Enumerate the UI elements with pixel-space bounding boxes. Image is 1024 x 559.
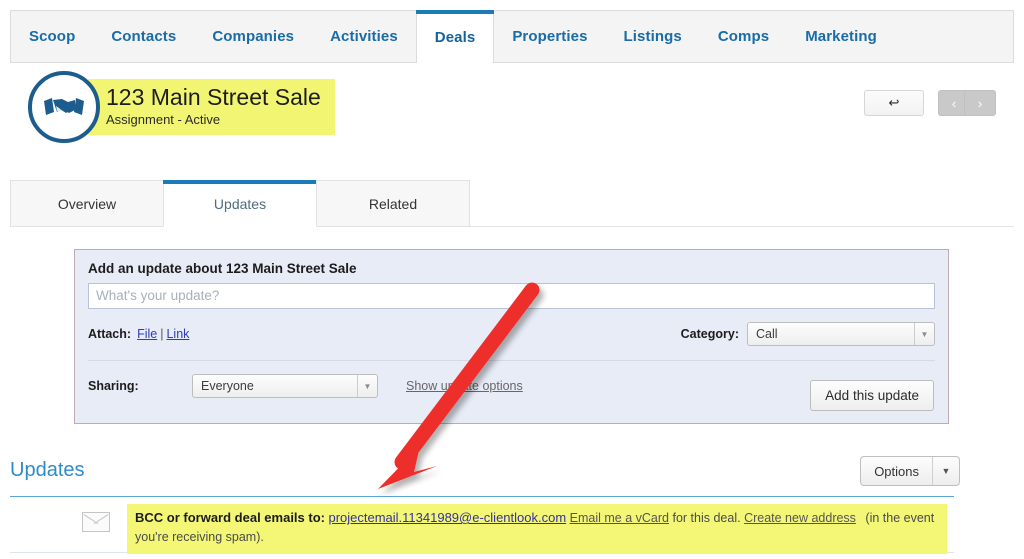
nav-tab-label: Listings (623, 28, 682, 45)
nav-tab-activities[interactable]: Activities (312, 11, 416, 62)
sharing-select[interactable]: Everyone ▼ (192, 374, 378, 398)
attach-and-category-row: Attach: File | Link Category: Call ▼ (75, 309, 948, 346)
main-navigation-bar: Scoop Contacts Companies Activities Deal… (10, 10, 1014, 63)
updates-section-divider (10, 496, 954, 497)
tab-label: Related (368, 195, 418, 212)
attach-separator: | (160, 327, 164, 341)
attach-file-link[interactable]: File (137, 327, 157, 341)
deal-header: 123 Main Street Sale Assignment - Active… (10, 66, 1014, 154)
nav-tab-properties[interactable]: Properties (494, 11, 605, 62)
bcc-email-row: BCC or forward deal emails to: projectem… (10, 504, 954, 554)
handshake-icon (28, 71, 100, 143)
nav-tab-label: Companies (212, 28, 295, 45)
attach-links: File | Link (137, 327, 189, 341)
bcc-strong-text: BCC or forward deal emails to: (135, 510, 325, 525)
create-new-address-link[interactable]: Create new address (744, 511, 856, 525)
tab-updates[interactable]: Updates (163, 180, 317, 227)
nav-tab-label: Comps (717, 28, 770, 45)
attach-group: Attach: File | Link (88, 327, 189, 341)
tab-overview[interactable]: Overview (10, 180, 164, 226)
tab-label: Updates (213, 195, 267, 212)
add-this-update-button[interactable]: Add this update (810, 380, 934, 411)
category-group: Category: Call ▼ (681, 322, 935, 346)
tab-related[interactable]: Related (316, 180, 470, 226)
nav-tab-marketing[interactable]: Marketing (787, 11, 895, 62)
nav-tab-label: Deals (434, 28, 476, 46)
category-label: Category: (680, 327, 739, 341)
deal-subtabs: Overview Updates Related (10, 180, 1014, 227)
sharing-label: Sharing: (88, 379, 139, 393)
add-update-panel: Add an update about 123 Main Street Sale… (74, 249, 949, 424)
nav-tab-comps[interactable]: Comps (700, 11, 787, 62)
email-vcard-link[interactable]: Email me a vCard (570, 511, 669, 525)
nav-tab-companies[interactable]: Companies (194, 11, 312, 62)
next-record-button[interactable]: › (964, 90, 996, 116)
attach-label: Attach: (88, 327, 132, 341)
sharing-selected-value: Everyone (201, 379, 254, 393)
bcc-message: BCC or forward deal emails to: projectem… (127, 504, 947, 554)
category-selected-value: Call (756, 327, 778, 341)
main-nav-tabs: Scoop Contacts Companies Activities Deal… (11, 10, 1013, 63)
nav-tab-listings[interactable]: Listings (606, 11, 700, 62)
page-title: 123 Main Street Sale (106, 83, 321, 110)
envelope-icon (82, 512, 110, 532)
chevron-down-icon: ▼ (932, 457, 959, 485)
nav-tab-label: Scoop (29, 28, 76, 45)
add-update-heading: Add an update about 123 Main Street Sale (88, 261, 357, 276)
deal-identity: 123 Main Street Sale Assignment - Active (28, 71, 335, 143)
update-input[interactable] (88, 283, 935, 309)
chevron-down-icon: ▼ (357, 375, 377, 397)
nav-tab-label: Marketing (805, 28, 877, 45)
nav-tab-contacts[interactable]: Contacts (93, 11, 194, 62)
nav-tab-label: Contacts (111, 28, 177, 45)
header-button-group: ↩ ‹ › (864, 90, 996, 116)
category-select[interactable]: Call ▼ (747, 322, 935, 346)
nav-tab-label: Properties (512, 28, 588, 45)
updates-section-heading: Updates (10, 459, 85, 481)
nav-tab-deals[interactable]: Deals (415, 10, 495, 63)
bcc-mid-text: for this deal. (672, 511, 741, 525)
attach-link-link[interactable]: Link (166, 327, 189, 341)
nav-tab-scoop[interactable]: Scoop (11, 11, 93, 62)
options-button-label: Options (874, 463, 919, 479)
chevron-down-icon: ▼ (914, 323, 934, 345)
show-update-options-link[interactable]: Show update options (406, 379, 523, 393)
nav-tab-label: Activities (330, 28, 398, 45)
back-button[interactable]: ↩ (864, 90, 924, 116)
tab-label: Overview (57, 195, 117, 212)
deal-title-highlight: 123 Main Street Sale Assignment - Active (88, 78, 335, 136)
bcc-email-address[interactable]: projectemail.11341989@e-clientlook.com (328, 510, 566, 525)
options-button[interactable]: Options ▼ (860, 456, 960, 486)
deal-status-subtitle: Assignment - Active (106, 112, 221, 128)
